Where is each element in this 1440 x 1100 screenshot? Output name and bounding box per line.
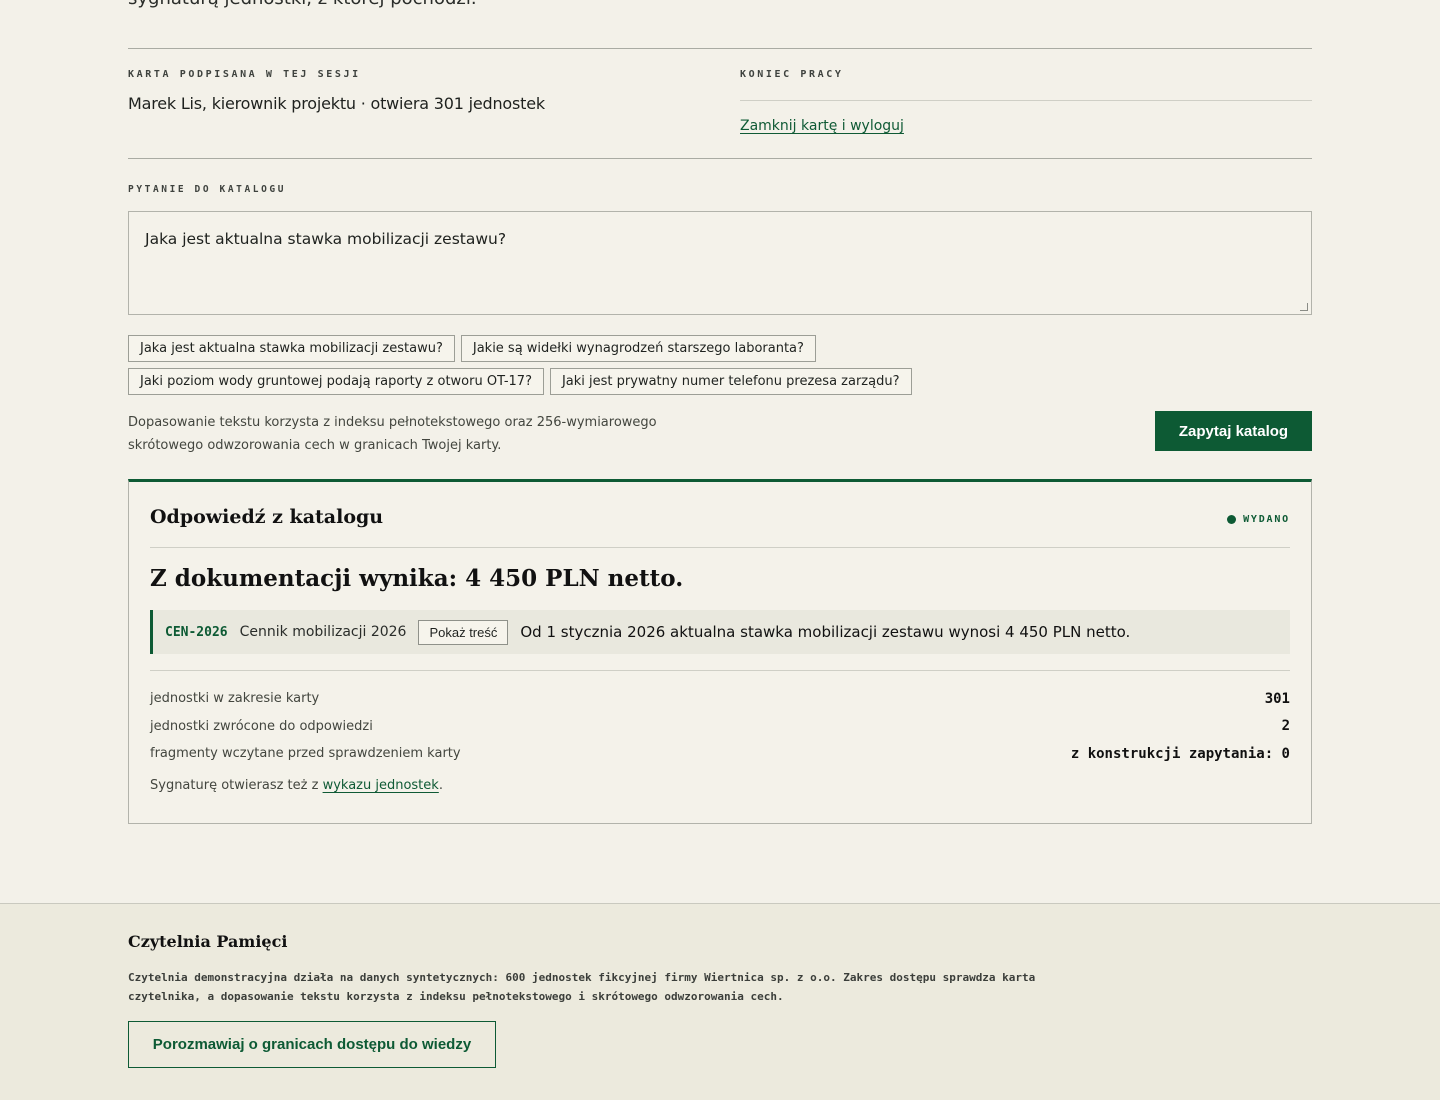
suggestion-chip[interactable]: Jakie są widełki wynagrodzeń starszego l… — [460, 335, 816, 362]
citation: CEN-2026 Cennik mobilizacji 2026 Pokaż t… — [150, 610, 1290, 654]
query-footer: Dopasowanie tekstu korzysta z indeksu pe… — [128, 411, 1312, 461]
answer-card: Odpowiedź z katalogu WYDANO Z dokumentac… — [128, 479, 1312, 824]
session-panel: KARTA PODPISANA W TEJ SESJI Marek Lis, k… — [128, 49, 1312, 159]
query-label: PYTANIE DO KATALOGU — [128, 184, 287, 195]
citation-text: Od 1 stycznia 2026 aktualna stawka mobil… — [520, 623, 1131, 641]
suggestion-list: Jaka jest aktualna stawka mobilizacji ze… — [128, 335, 1228, 395]
stat-value: z konstrukcji zapytania: 0 — [1070, 745, 1290, 762]
unit-list-link[interactable]: wykazu jednostek — [323, 778, 439, 793]
citation-name: Cennik mobilizacji 2026 — [239, 624, 407, 640]
footer-description-line: Czytelnia demonstracyjna działa na danyc… — [128, 971, 1036, 984]
show-content-button[interactable]: Pokaż treść — [418, 619, 509, 645]
resize-handle-icon[interactable] — [1300, 303, 1308, 311]
end-work: KONIEC PRACY Zamknij kartę i wyloguj — [740, 69, 1312, 134]
ask-catalog-button[interactable]: Zapytaj katalog — [1155, 411, 1312, 451]
end-work-label: KONIEC PRACY — [740, 69, 844, 80]
site-footer: Czytelnia Pamięci Czytelnia demonstracyj… — [0, 903, 1440, 1100]
contact-cta-button[interactable]: Porozmawiaj o granicach dostępu do wiedz… — [128, 1021, 496, 1068]
suggestion-chip[interactable]: Jaka jest aktualna stawka mobilizacji ze… — [128, 335, 455, 362]
status-label: WYDANO — [1243, 514, 1290, 525]
status-dot-icon — [1227, 515, 1237, 524]
citation-code: CEN-2026 — [165, 624, 228, 640]
answer-stats: jednostki w zakresie karty 301 jednostki… — [150, 670, 1290, 793]
footnote-prefix: Sygnaturę otwierasz też z — [150, 777, 323, 793]
answer-headline: Z dokumentacji wynika: 4 450 PLN netto. — [150, 565, 684, 592]
divider — [128, 158, 1312, 159]
matching-note-line: skrótowego odwzorowania cech w granicach… — [128, 438, 502, 453]
card-info: KARTA PODPISANA W TEJ SESJI Marek Lis, k… — [128, 69, 688, 113]
suggestion-chip[interactable]: Jaki poziom wody gruntowej podają raport… — [128, 368, 544, 395]
answer-title: Odpowiedź z katalogu — [150, 506, 384, 528]
stat-value: 301 — [1264, 690, 1290, 707]
footer-brand: Czytelnia Pamięci — [128, 932, 288, 951]
answer-footnote: Sygnaturę otwierasz też z wykazu jednost… — [150, 778, 1290, 793]
matching-note: Dopasowanie tekstu korzysta z indeksu pe… — [128, 411, 668, 457]
matching-note-line: Dopasowanie tekstu korzysta z indeksu pe… — [128, 415, 657, 430]
divider — [740, 100, 1312, 101]
card-holder: Marek Lis, kierownik projektu · otwiera … — [128, 94, 545, 113]
status-badge: WYDANO — [1227, 514, 1290, 525]
card-label: KARTA PODPISANA W TEJ SESJI — [128, 69, 361, 80]
stat-row: jednostki w zakresie karty 301 — [150, 685, 1290, 713]
stat-value: 2 — [1281, 718, 1290, 735]
suggestion-chip[interactable]: Jaki jest prywatny numer telefonu prezes… — [549, 368, 912, 395]
query-section: PYTANIE DO KATALOGU Jaka jest aktualna s… — [128, 184, 1312, 461]
stat-row: fragmenty wczytane przed sprawdzeniem ka… — [150, 740, 1290, 768]
footnote-suffix: . — [438, 777, 443, 793]
stat-label: jednostki w zakresie karty — [150, 691, 320, 707]
query-text: Jaka jest aktualna stawka mobilizacji ze… — [145, 230, 507, 248]
answer-header: Odpowiedź z katalogu WYDANO — [150, 506, 1290, 548]
previous-section-text: sygnaturą jednostki, z której pochodzi. — [128, 0, 477, 9]
footer-description: Czytelnia demonstracyjna działa na danyc… — [128, 968, 1148, 1006]
stat-row: jednostki zwrócone do odpowiedzi 2 — [150, 713, 1290, 741]
footer-description-line: czytelnika, a dopasowanie tekstu korzyst… — [128, 990, 784, 1003]
logout-link[interactable]: Zamknij kartę i wyloguj — [740, 118, 904, 134]
stat-label: fragmenty wczytane przed sprawdzeniem ka… — [150, 746, 461, 762]
query-textarea[interactable]: Jaka jest aktualna stawka mobilizacji ze… — [128, 211, 1312, 315]
stat-label: jednostki zwrócone do odpowiedzi — [150, 718, 373, 734]
